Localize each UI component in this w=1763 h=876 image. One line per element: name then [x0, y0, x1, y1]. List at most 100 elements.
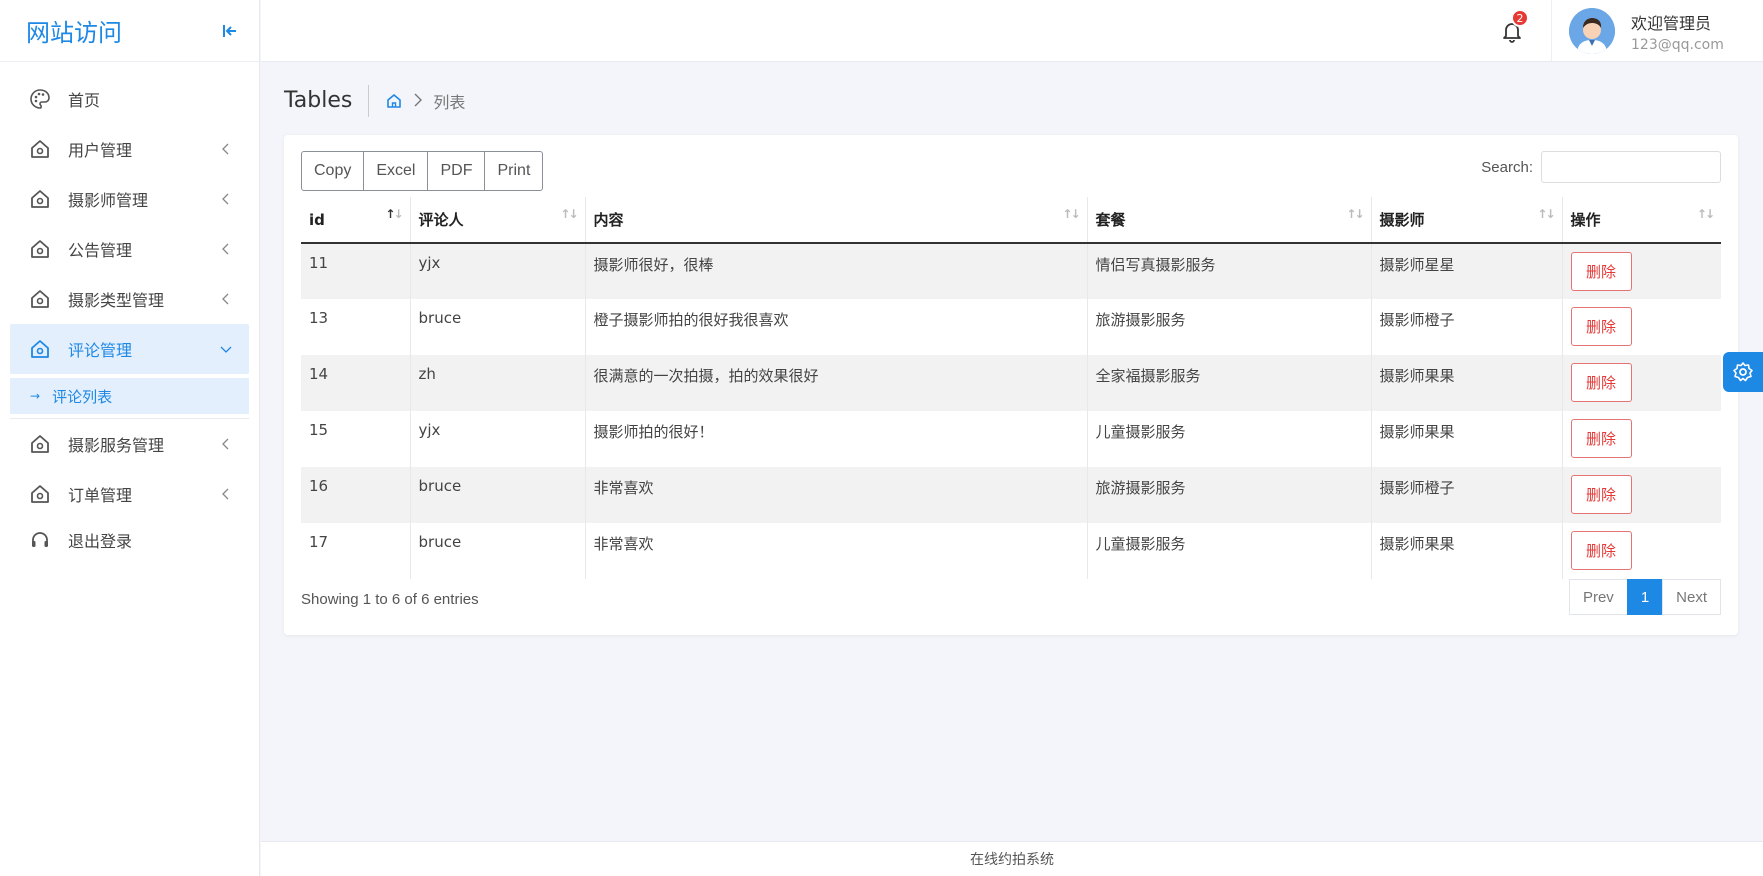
- cell-content: 橙子摄影师拍的很好我很喜欢: [584, 299, 1087, 355]
- cell-package: 儿童摄影服务: [1086, 523, 1371, 579]
- delete-button[interactable]: 删除: [1570, 307, 1632, 346]
- home-icon[interactable]: [385, 92, 403, 110]
- sidebar-item-order-management[interactable]: 订单管理: [10, 469, 249, 519]
- chevron-down-icon: [219, 342, 233, 356]
- sort-asc-icon: ↑↓: [385, 207, 403, 221]
- footer: 在线约拍系统: [261, 841, 1763, 876]
- cell-user: zh: [409, 355, 585, 411]
- cell-id: 11: [301, 243, 410, 299]
- cell-content: 很满意的一次拍摄，拍的效果很好: [584, 355, 1087, 411]
- notification-badge: 2: [1511, 9, 1529, 27]
- sidebar-item-label: 摄影师管理: [68, 191, 149, 210]
- table-row: 16 bruce 非常喜欢 旅游摄影服务 摄影师橙子 删除: [301, 467, 1721, 523]
- footer-text: 在线约拍系统: [970, 852, 1054, 868]
- column-header-package[interactable]: 套餐 ↑↓: [1086, 197, 1371, 244]
- sidebar-item-home[interactable]: 首页: [10, 74, 249, 124]
- delete-button[interactable]: 删除: [1570, 252, 1632, 291]
- brand-title[interactable]: 网站访问: [26, 13, 122, 48]
- comments-table: id ↑↓ 评论人 ↑↓ 内容 ↑↓ 套餐 ↑↓ 摄影师 ↑↓ 操作 ↑↓ 11 yjx 摄…: [301, 197, 1721, 579]
- home-icon: [28, 482, 52, 506]
- excel-button[interactable]: Excel: [363, 151, 429, 191]
- cell-id: 16: [301, 467, 410, 523]
- entries-info: Showing 1 to 6 of 6 entries: [301, 591, 479, 608]
- breadcrumb: 列表: [369, 89, 465, 113]
- search-input[interactable]: [1541, 151, 1721, 183]
- cell-package: 情侣写真摄影服务: [1086, 243, 1371, 299]
- sidebar-item-photo-type-management[interactable]: 摄影类型管理: [10, 274, 249, 324]
- cell-user: bruce: [409, 523, 585, 579]
- arrow-right-icon: →: [30, 389, 41, 403]
- table-row: 14 zh 很满意的一次拍摄，拍的效果很好 全家福摄影服务 摄影师果果 删除: [301, 355, 1721, 411]
- chevron-left-icon: [219, 242, 233, 256]
- user-info: 欢迎管理员 123@qq.com: [1631, 10, 1724, 53]
- sidebar-item-label: 退出登录: [68, 532, 133, 551]
- pdf-button[interactable]: PDF: [427, 151, 486, 191]
- chevron-left-icon: [219, 192, 233, 206]
- headset-icon: [28, 528, 52, 552]
- cell-package: 旅游摄影服务: [1086, 467, 1371, 523]
- sidebar-item-photo-service-management[interactable]: 摄影服务管理: [10, 419, 249, 469]
- home-icon: [28, 237, 52, 261]
- sidebar-menu: 首页 用户管理 摄影师管理 公告管理 摄影类型管理 评论管理 → 评论列表 摄影…: [0, 62, 259, 561]
- table-header-row: id ↑↓ 评论人 ↑↓ 内容 ↑↓ 套餐 ↑↓ 摄影师 ↑↓ 操作 ↑↓: [301, 197, 1721, 244]
- header-divider: [1551, 0, 1552, 62]
- column-header-photographer[interactable]: 摄影师 ↑↓: [1370, 197, 1562, 244]
- pagination: Prev 1 Next: [1568, 579, 1721, 615]
- sidebar-item-label: 订单管理: [68, 486, 133, 505]
- delete-button[interactable]: 删除: [1570, 475, 1632, 514]
- prev-page-button[interactable]: Prev: [1568, 579, 1628, 615]
- submenu-item-label: 评论列表: [52, 387, 113, 406]
- sidebar-item-logout[interactable]: 退出登录: [10, 519, 249, 561]
- settings-button[interactable]: [1723, 352, 1763, 392]
- chevron-left-icon: [219, 487, 233, 501]
- notification-button[interactable]: 2: [1497, 9, 1529, 46]
- collapse-sidebar-icon[interactable]: [219, 20, 241, 42]
- column-header-id[interactable]: id ↑↓: [301, 197, 410, 244]
- cell-action: 删除: [1561, 467, 1721, 523]
- chevron-right-icon: [413, 92, 423, 111]
- table-card: Copy Excel PDF Print Search: id ↑↓ 评论人 ↑↓ …: [284, 135, 1738, 635]
- page-title: Tables: [284, 85, 370, 117]
- sidebar-item-user-management[interactable]: 用户管理: [10, 124, 249, 174]
- search-label: Search:: [1481, 158, 1533, 176]
- delete-button[interactable]: 删除: [1570, 419, 1632, 458]
- sidebar-item-label: 摄影类型管理: [68, 291, 165, 310]
- home-icon: [28, 337, 52, 361]
- cell-photographer: 摄影师橙子: [1370, 467, 1562, 523]
- column-header-content[interactable]: 内容 ↑↓: [584, 197, 1087, 244]
- gear-icon: [1733, 362, 1753, 382]
- table-row: 15 yjx 摄影师拍的很好！ 儿童摄影服务 摄影师果果 删除: [301, 411, 1721, 467]
- chevron-left-icon: [219, 437, 233, 451]
- page-1-button[interactable]: 1: [1626, 579, 1664, 615]
- sidebar-item-announcement-management[interactable]: 公告管理: [10, 224, 249, 274]
- submenu-item-comment-list[interactable]: → 评论列表: [10, 378, 249, 414]
- cell-photographer: 摄影师果果: [1370, 411, 1562, 467]
- print-button[interactable]: Print: [484, 151, 544, 191]
- palette-icon: [28, 87, 52, 111]
- sidebar-item-comment-management[interactable]: 评论管理: [10, 324, 249, 374]
- page-heading: Tables 列表: [284, 84, 465, 118]
- cell-content: 摄影师拍的很好！: [584, 411, 1087, 467]
- column-header-user[interactable]: 评论人 ↑↓: [409, 197, 585, 244]
- cell-photographer: 摄影师星星: [1370, 243, 1562, 299]
- cell-package: 儿童摄影服务: [1086, 411, 1371, 467]
- sidebar-item-label: 首页: [68, 91, 101, 110]
- table-row: 17 bruce 非常喜欢 儿童摄影服务 摄影师果果 删除: [301, 523, 1721, 579]
- cell-photographer: 摄影师橙子: [1370, 299, 1562, 355]
- column-header-action[interactable]: 操作 ↑↓: [1561, 197, 1721, 244]
- cell-id: 13: [309, 309, 329, 327]
- cell-content: 非常喜欢: [584, 467, 1087, 523]
- sort-icon: ↑↓: [560, 207, 578, 221]
- brand-bar: 网站访问: [0, 0, 259, 62]
- copy-button[interactable]: Copy: [301, 151, 365, 191]
- user-menu[interactable]: 欢迎管理员 123@qq.com: [1569, 8, 1724, 54]
- sort-icon: ↑↓: [1537, 207, 1555, 221]
- sort-icon: ↑↓: [1346, 207, 1364, 221]
- cell-action: 删除: [1561, 299, 1721, 355]
- delete-button[interactable]: 删除: [1570, 363, 1632, 402]
- delete-button[interactable]: 删除: [1570, 531, 1632, 570]
- next-page-button[interactable]: Next: [1662, 579, 1721, 615]
- sidebar-item-photographer-management[interactable]: 摄影师管理: [10, 174, 249, 224]
- cell-id: 15: [309, 421, 329, 439]
- cell-package: 旅游摄影服务: [1086, 299, 1371, 355]
